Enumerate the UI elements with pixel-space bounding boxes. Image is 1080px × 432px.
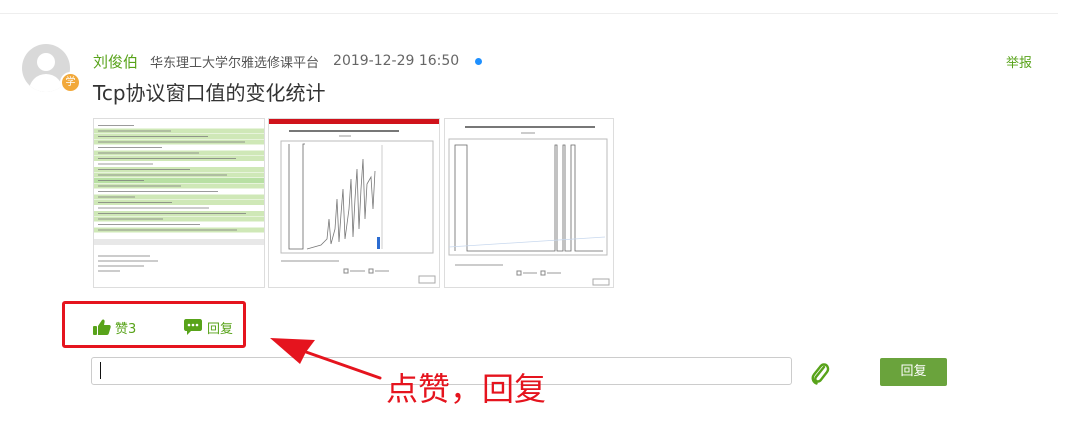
discussion-post: 学 刘俊伯 华东理工大学尔雅选修课平台 2019-12-29 16:50 举报 … [0, 0, 1080, 432]
annotation-text: 点赞，回复 [386, 370, 547, 408]
